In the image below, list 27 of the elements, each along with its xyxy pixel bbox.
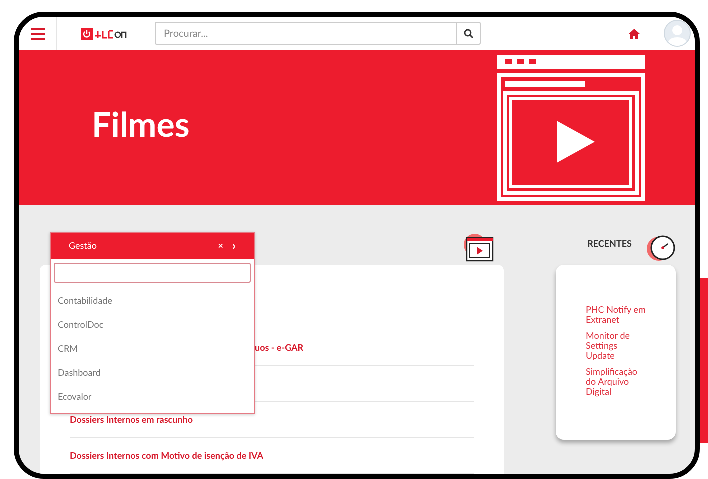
video-icon	[464, 234, 494, 262]
menu-item[interactable]: Contabilidade	[51, 289, 254, 313]
recent-link[interactable]: Simplificação do Arquivo Digital	[586, 367, 646, 397]
list-link[interactable]: uos - e-GAR	[255, 340, 304, 354]
video-window-icon	[497, 54, 645, 200]
search-icon	[464, 28, 474, 38]
close-button[interactable]: ×	[218, 239, 224, 253]
menu-item[interactable]: Dashboard	[51, 361, 254, 385]
clock-icon	[646, 235, 676, 263]
recent-link[interactable]: PHC Notify em Extranet	[586, 305, 646, 325]
search-button[interactable]	[457, 22, 481, 45]
banner-title: Filmes	[92, 103, 190, 147]
dropdown-title: Gestão	[69, 239, 98, 253]
section-title: RECENTES	[588, 237, 632, 250]
home-icon[interactable]	[629, 28, 640, 38]
filter-field[interactable]	[54, 263, 251, 283]
avatar-icon[interactable]	[664, 20, 691, 47]
recent-link[interactable]: Monitor de Settings Update	[586, 331, 646, 361]
menu-item[interactable]: ControlDoc	[51, 313, 254, 337]
menu-item[interactable]: Ecovalor	[51, 385, 254, 409]
menu-icon[interactable]	[31, 28, 45, 40]
logo-drawing	[81, 28, 127, 40]
list-link[interactable]: Dossiers Internos em rascunho	[70, 412, 194, 426]
list-link[interactable]: Dossiers Internos com Motivo de isenção de IVA	[70, 448, 264, 462]
menu-item[interactable]: CRM	[51, 337, 254, 361]
search-field[interactable]: Procurar...	[155, 22, 457, 45]
next-button[interactable]: ›	[232, 240, 236, 252]
